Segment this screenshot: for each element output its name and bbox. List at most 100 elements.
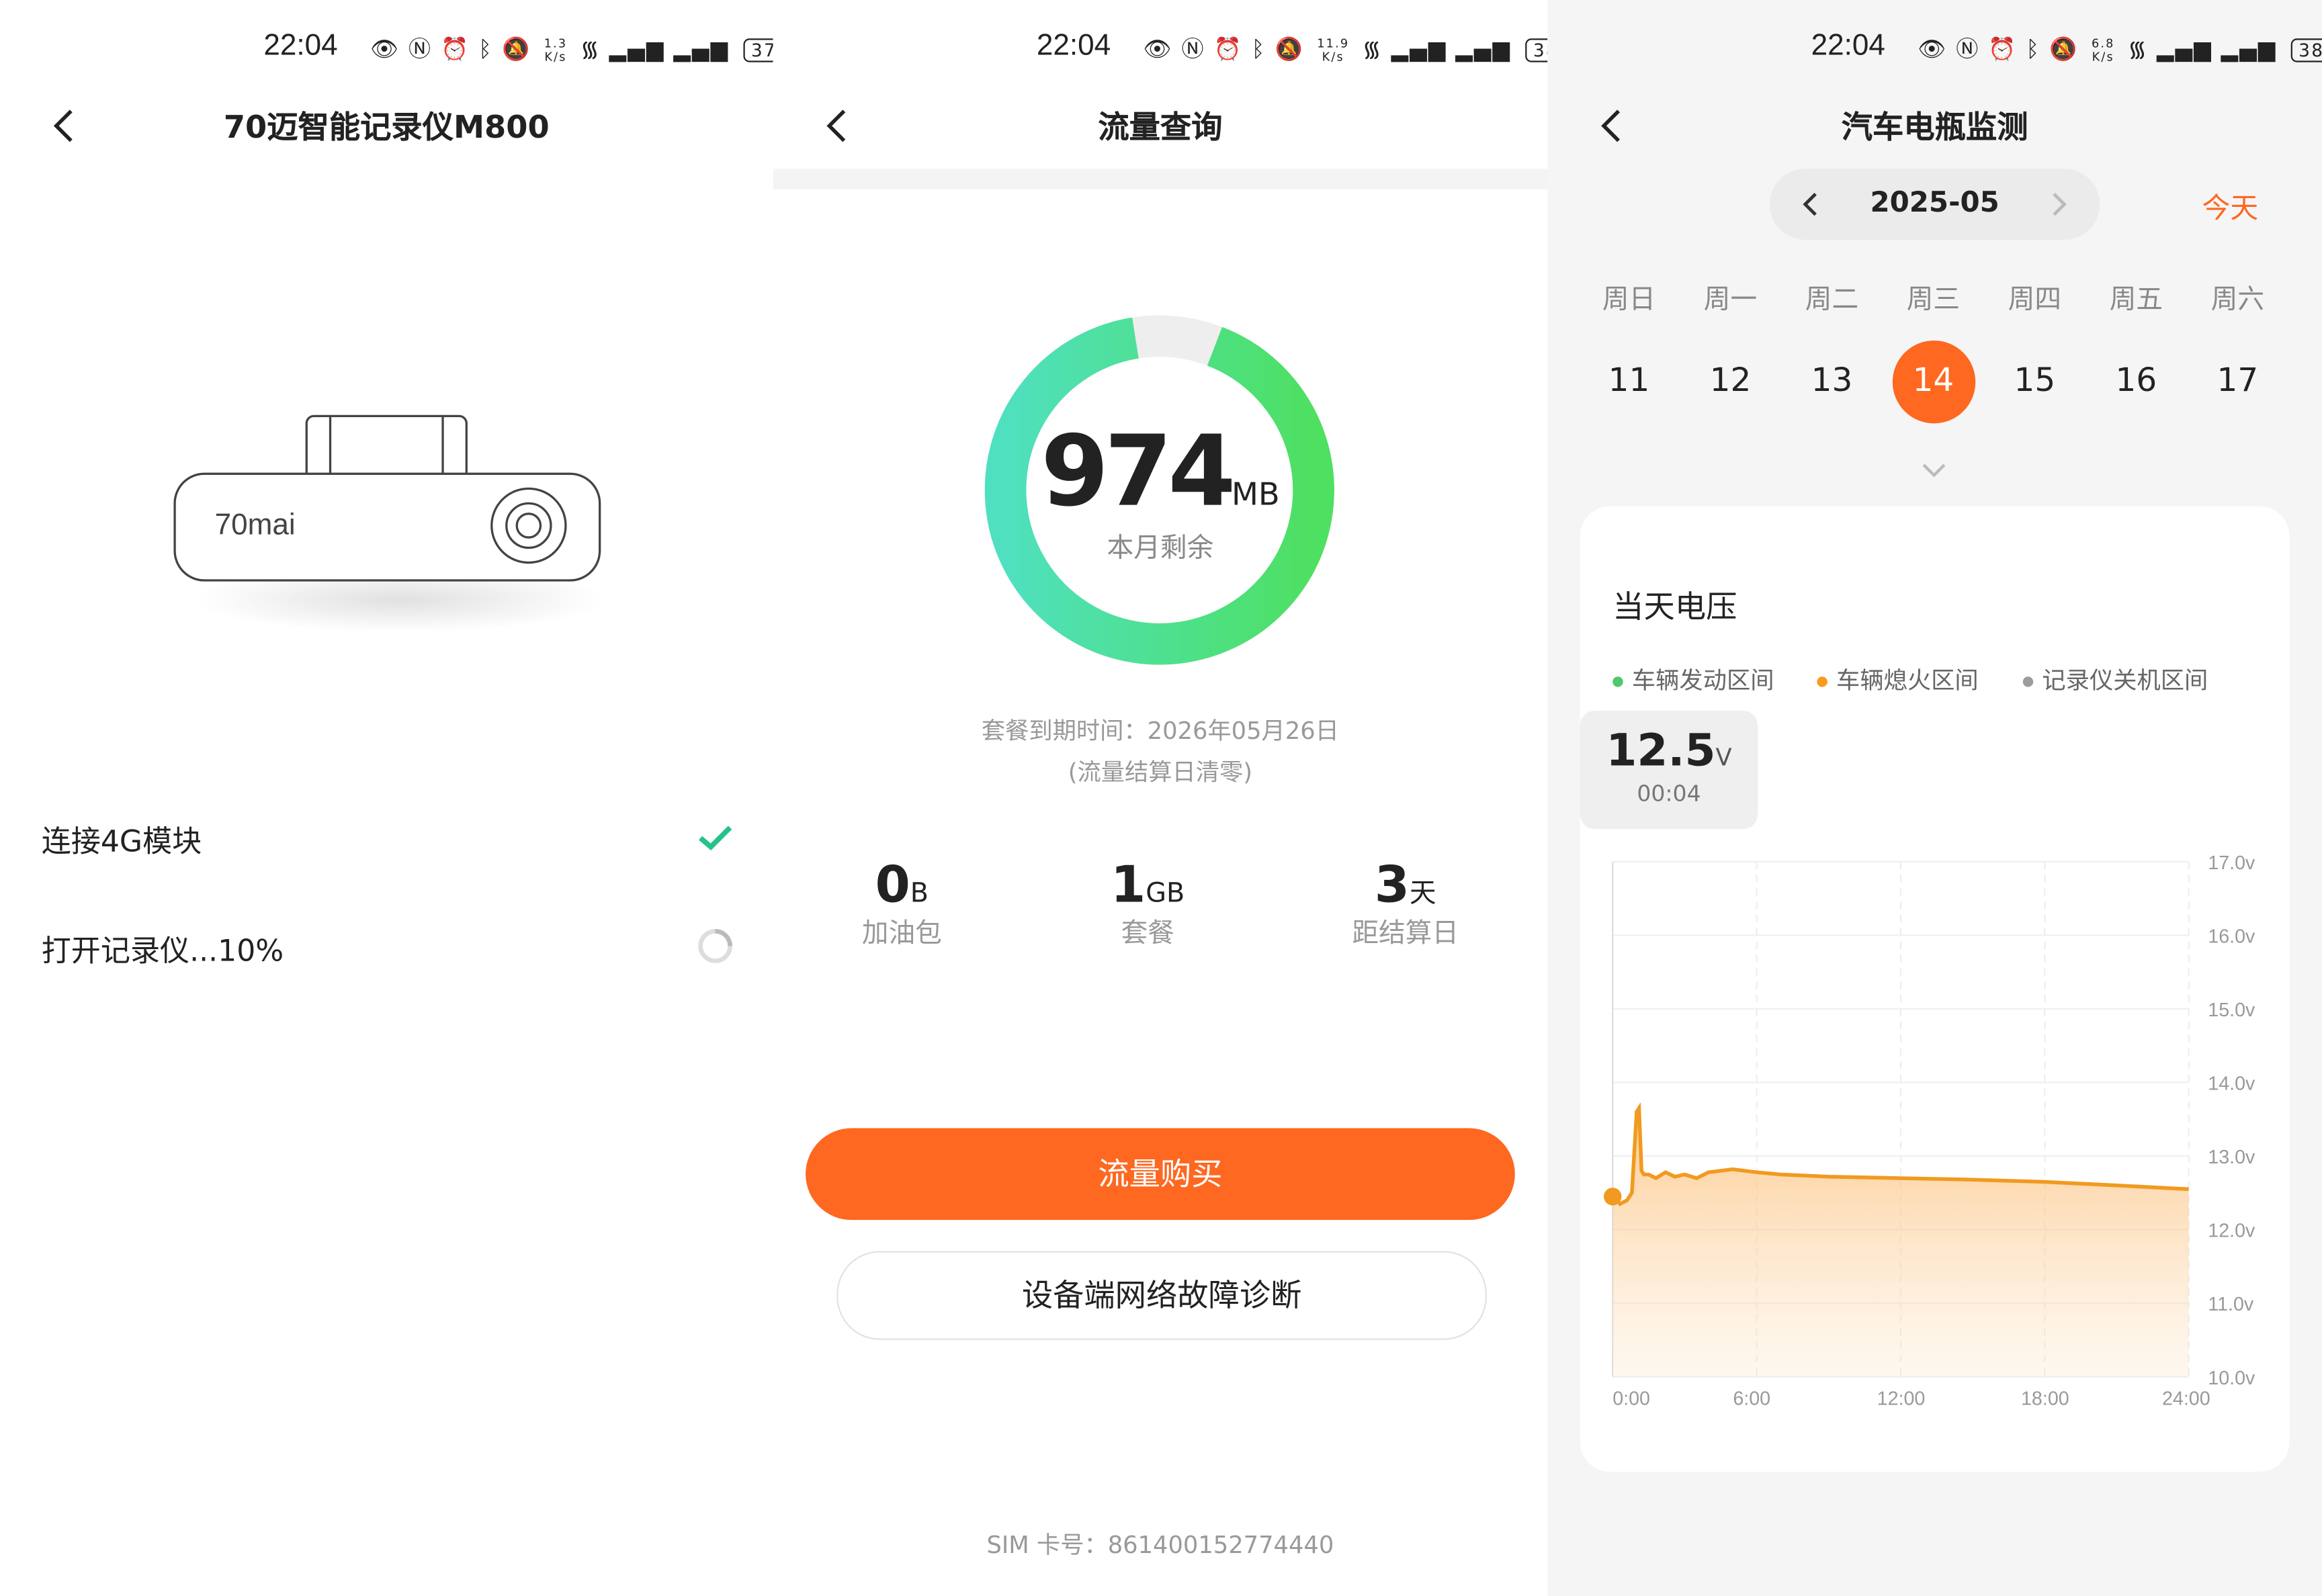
nfc-icon: Ⓝ — [1956, 35, 1980, 62]
signal-5g-icon: ▂▄▆ — [673, 35, 730, 62]
status-icons: 👁 Ⓝ ⏰ ᛒ 🔕 6.8 K/s ᯾ ▂▄▆ ▂▄▆ 38 — [1918, 32, 2322, 63]
signal-5g-icon: ▂▄▆ — [1455, 35, 1512, 62]
status-icons: 👁 Ⓝ ⏰ ᛒ 🔕 11.9K/s ᯾ ▂▄▆ ▂▄▆ 38 — [1144, 32, 1548, 63]
mute-icon: 🔕 — [2049, 35, 2079, 62]
tooltip-unit: V — [1715, 743, 1732, 772]
y-tick-label: 15.0v — [2208, 1000, 2255, 1021]
signal-4g-icon: ▂▄▆ — [2157, 35, 2212, 62]
legend-dot — [1817, 676, 1828, 687]
calendar-day-selected[interactable]: 14 — [1891, 340, 1975, 424]
legend-engine-on: 车辆发动区间 — [1612, 660, 1774, 696]
legend-dot — [1612, 676, 1623, 687]
nav-bar: 流量查询 — [773, 92, 1548, 157]
network-speed: 11.9 K/s — [1317, 36, 1350, 63]
remaining-value: 974 — [1041, 414, 1236, 529]
stat-label: 加油包 — [861, 918, 942, 949]
stat-value: 3 — [1374, 855, 1410, 916]
brand-logo: 70mai — [215, 508, 296, 541]
x-tick-label: 24:00 — [2162, 1388, 2210, 1410]
nav-bar: 汽车电瓶监测 — [1547, 92, 2322, 157]
network-speed: 1.3 K/s — [544, 36, 568, 63]
legend-label: 记录仪关机区间 — [2042, 666, 2208, 695]
today-button[interactable]: 今天 — [2202, 187, 2258, 227]
remaining-label: 本月剩余 — [1107, 533, 1214, 564]
bluetooth-icon: ᛒ — [478, 35, 494, 62]
battery-icon: 38 — [1525, 38, 1548, 62]
calendar-day[interactable]: 17 — [2196, 341, 2279, 423]
calendar-day[interactable]: 15 — [1993, 341, 2076, 423]
calendar-day[interactable]: 12 — [1689, 341, 1772, 423]
y-tick-label: 14.0v — [2208, 1073, 2255, 1095]
nfc-icon: Ⓝ — [1181, 35, 1205, 62]
alarm-icon: ⏰ — [440, 35, 470, 62]
y-tick-label: 16.0v — [2208, 926, 2255, 947]
step-label: 连接4G模块 — [41, 823, 202, 859]
stat-addon: 0B 加油包 — [791, 856, 1013, 950]
wifi-icon: ᯾ — [2127, 35, 2149, 62]
step-label: 打开记录仪...10% — [41, 932, 284, 969]
card-title: 当天电压 — [1612, 589, 1737, 625]
page-title: 汽车电瓶监测 — [1841, 109, 2028, 145]
mute-icon: 🔕 — [501, 35, 531, 62]
status-time: 22:04 — [263, 30, 338, 62]
calendar-day[interactable]: 11 — [1588, 341, 1670, 423]
stat-label: 套餐 — [1121, 918, 1174, 949]
weekday-label: 周三 — [1906, 284, 1961, 316]
battery-monitor-screen: 22:04 👁 Ⓝ ⏰ ᛒ 🔕 6.8 K/s ᯾ ▂▄▆ ▂▄▆ 38 汽车电瓶… — [1547, 0, 2322, 1596]
data-usage-screen: 22:04 👁 Ⓝ ⏰ ᛒ 🔕 11.9K/s ᯾ ▂▄▆ ▂▄▆ 38 流量查… — [773, 0, 1548, 1596]
voltage-tooltip: 12.5V 00:04 — [1580, 710, 1758, 830]
legend-dot — [2022, 676, 2034, 687]
next-month-button[interactable] — [2040, 187, 2076, 222]
section-divider — [773, 169, 1548, 190]
alarm-icon: ⏰ — [1213, 35, 1243, 62]
y-tick-label: 13.0v — [2208, 1147, 2255, 1168]
step-connect-4g: 连接4G模块 — [42, 808, 738, 867]
network-speed: 6.8 K/s — [2091, 36, 2115, 63]
status-time: 22:04 — [1036, 30, 1111, 62]
dashcam-illustration: 70mai — [173, 414, 607, 633]
tooltip-value: 12.5 — [1606, 725, 1716, 778]
signal-4g-icon: ▂▄▆ — [609, 35, 665, 62]
nfc-icon: Ⓝ — [408, 35, 433, 62]
signal-4g-icon: ▂▄▆ — [1391, 35, 1447, 62]
mute-icon: 🔕 — [1275, 35, 1304, 62]
x-tick-label: 18:00 — [2021, 1388, 2069, 1410]
legend-label: 车辆熄火区间 — [1836, 666, 1979, 695]
weekday-label: 周日 — [1602, 284, 1656, 316]
weekday-label: 周一 — [1703, 284, 1758, 316]
x-tick-label: 6:00 — [1733, 1388, 1770, 1410]
voltage-card: 17.0v 16.0v 15.0v 14.0v 13.0v 12.0v 11.0v 10.0v… — [1580, 506, 2290, 1472]
sim-number: SIM 卡号：861400152774440 — [986, 1531, 1334, 1559]
stat-unit: B — [910, 878, 929, 910]
calendar-day[interactable]: 16 — [2095, 341, 2178, 423]
weekday-label: 周五 — [2109, 284, 2163, 316]
plan-expiry: 套餐到期时间：2026年05月26日 (流量结算日清零) — [773, 711, 1548, 793]
buy-data-button[interactable]: 流量购买 — [806, 1128, 1515, 1221]
expand-calendar-button[interactable] — [1918, 453, 1950, 485]
expiry-date: 套餐到期时间：2026年05月26日 — [981, 716, 1339, 745]
checkmark-icon — [699, 826, 732, 850]
month-selector: 2025-05 — [1769, 169, 2100, 240]
status-bar: 22:04 👁 Ⓝ ⏰ ᛒ 🔕 1.3K/s ᯾ ▂▄▆ ▂▄▆ 37 — [0, 27, 773, 65]
network-diagnose-button[interactable]: 设备端网络故障诊断 — [836, 1251, 1487, 1340]
legend-recorder-off: 记录仪关机区间 — [2022, 660, 2208, 696]
battery-icon: 38 — [2291, 38, 2322, 62]
calendar-day[interactable]: 13 — [1791, 341, 1873, 423]
stat-value: 0 — [875, 855, 910, 916]
eye-icon: 👁 — [1918, 35, 1948, 62]
legend-engine-off: 车辆熄火区间 — [1817, 660, 1979, 696]
status-time: 22:04 — [1811, 30, 1885, 62]
wifi-icon: ᯾ — [580, 35, 601, 62]
stat-unit: 天 — [1409, 878, 1436, 910]
stat-value: 1 — [1111, 855, 1146, 916]
page-title: 流量查询 — [1098, 109, 1223, 145]
remaining-amount: 974MB — [773, 414, 1548, 529]
status-icons: 👁 Ⓝ ⏰ ᛒ 🔕 1.3K/s ᯾ ▂▄▆ ▂▄▆ 37 — [370, 32, 773, 63]
remaining-unit: MB — [1231, 476, 1280, 513]
eye-icon: 👁 — [370, 35, 400, 62]
stat-unit: GB — [1146, 878, 1185, 910]
y-tick-label: 17.0v — [2208, 852, 2255, 874]
selected-point[interactable] — [1604, 1188, 1622, 1206]
wifi-icon: ᯾ — [1362, 35, 1383, 62]
legend-label: 车辆发动区间 — [1631, 666, 1774, 695]
